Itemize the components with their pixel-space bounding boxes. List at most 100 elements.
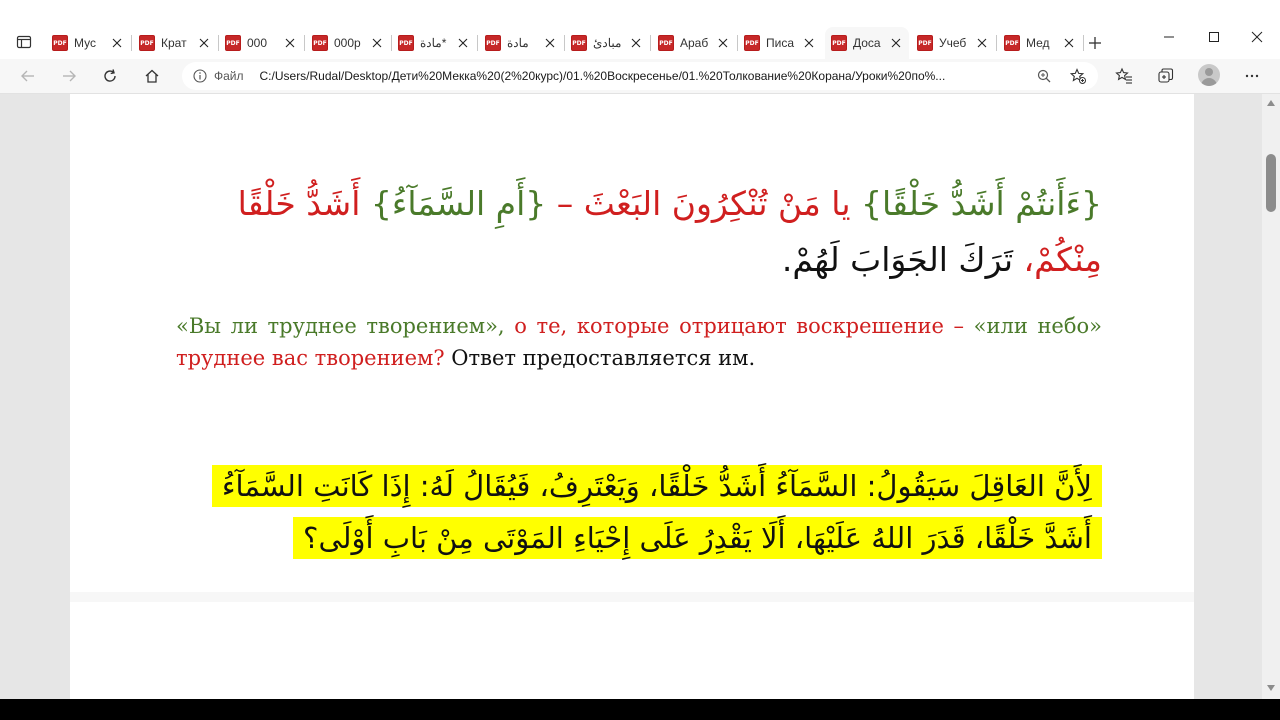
tab-separator	[304, 35, 305, 51]
scroll-up-icon[interactable]	[1266, 98, 1276, 108]
pdf-icon: PDF	[1004, 35, 1020, 51]
pdf-viewer: {ءَأَنتُمْ أَشَدُّ خَلْقًا} يا مَنْ تُنْ…	[0, 94, 1280, 699]
zoom-button[interactable]	[1034, 66, 1054, 86]
tab-label: Учеб	[939, 36, 967, 50]
tab-strip: PDF Мус PDF Крат PDF 000 PDF 000р PDF مادة* PDF ماد…	[0, 0, 1280, 60]
tab-0[interactable]: PDF Мус	[46, 27, 130, 59]
tab-3[interactable]: PDF 000р	[306, 27, 390, 59]
russian-translation: «Вы ли труднее творением», о те, которые…	[176, 310, 1102, 374]
arabic-highlighted-paragraph: لِأَنَّ العَاقِلَ سَيَقُولُ: السَّمَآءُ …	[182, 460, 1102, 564]
tab-label: Мед	[1026, 36, 1050, 50]
tab-6[interactable]: PDF مبادئ	[565, 27, 649, 59]
home-button[interactable]	[138, 62, 166, 90]
commentary-text-1: يا مَنْ تُنْكِرُونَ البَعْثَ –	[546, 184, 862, 223]
favorites-icon	[1115, 67, 1132, 84]
pdf-icon: PDF	[139, 35, 155, 51]
collections-icon	[1158, 68, 1174, 83]
page-separator	[70, 592, 1194, 602]
window-close-icon	[1251, 31, 1263, 43]
close-icon[interactable]	[800, 34, 818, 52]
close-icon[interactable]	[368, 34, 386, 52]
window-close-button[interactable]	[1234, 22, 1280, 52]
back-icon	[21, 70, 34, 82]
tab-9[interactable]: PDF Доса	[825, 27, 909, 59]
minimize-icon	[1164, 36, 1174, 38]
plus-icon	[1089, 37, 1101, 49]
tab-label: مبادئ	[593, 36, 622, 50]
tab-separator	[650, 35, 651, 51]
info-icon[interactable]	[192, 68, 208, 84]
translation-quran-2: «или небо»	[973, 314, 1102, 338]
close-icon[interactable]	[454, 34, 472, 52]
tab-label: مادة	[507, 36, 529, 50]
home-icon	[145, 69, 159, 83]
translation-commentary-1: о те, которые отрицают воскрешение –	[504, 314, 974, 338]
translation-quran-1: «Вы ли труднее творением»,	[176, 314, 505, 338]
close-icon[interactable]	[627, 34, 645, 52]
arabic-verse-commentary: {ءَأَنتُمْ أَشَدُّ خَلْقًا} يا مَنْ تُنْ…	[220, 176, 1102, 288]
more-button[interactable]	[1238, 62, 1266, 90]
tab-actions-button[interactable]	[10, 30, 38, 54]
tab-actions-icon	[16, 35, 32, 49]
add-favorite-button[interactable]	[1068, 66, 1088, 86]
scrollbar-thumb[interactable]	[1266, 154, 1276, 212]
refresh-icon	[104, 69, 116, 82]
tab-7[interactable]: PDF Араб	[652, 27, 736, 59]
translation-commentary-2: труднее вас творением?	[176, 346, 445, 370]
close-icon[interactable]	[714, 34, 732, 52]
highlighted-text: لِأَنَّ العَاقِلَ سَيَقُولُ: السَّمَآءُ …	[211, 465, 1102, 559]
pdf-icon: PDF	[312, 35, 328, 51]
translation-commentary-3: Ответ предоставляется им.	[444, 346, 756, 370]
maximize-button[interactable]	[1191, 22, 1237, 52]
close-icon[interactable]	[108, 34, 126, 52]
url-text[interactable]: C:/Users/Rudal/Desktop/Дети%20Мекка%20(2…	[260, 69, 1012, 83]
pdf-icon: PDF	[52, 35, 68, 51]
close-icon[interactable]	[541, 34, 559, 52]
favorites-button[interactable]	[1110, 62, 1138, 90]
close-icon[interactable]	[1060, 34, 1078, 52]
tab-label: Доса	[853, 36, 881, 50]
collections-button[interactable]	[1152, 62, 1180, 90]
tab-11[interactable]: PDF Мед	[998, 27, 1082, 59]
more-icon	[1245, 74, 1259, 78]
pdf-icon: PDF	[744, 35, 760, 51]
address-bar[interactable]: Файл C:/Users/Rudal/Desktop/Дети%20Мекка…	[182, 62, 1098, 90]
back-button[interactable]	[14, 62, 42, 90]
navigation-toolbar: Файл C:/Users/Rudal/Desktop/Дети%20Мекка…	[0, 59, 1280, 94]
close-icon[interactable]	[887, 34, 905, 52]
scroll-down-icon[interactable]	[1266, 683, 1276, 693]
tab-label: Араб	[680, 36, 709, 50]
tab-8[interactable]: PDF Писа	[738, 27, 822, 59]
refresh-button[interactable]	[96, 62, 124, 90]
tab-separator	[477, 35, 478, 51]
pdf-icon: PDF	[485, 35, 501, 51]
quran-text-2: {أَمِ السَّمَآءُ}	[370, 184, 547, 223]
tab-label: 000	[247, 36, 268, 50]
close-icon[interactable]	[281, 34, 299, 52]
scheme-label: Файл	[214, 69, 244, 83]
forward-icon	[63, 70, 76, 82]
tab-separator	[131, 35, 132, 51]
tab-1[interactable]: PDF Крат	[133, 27, 217, 59]
minimize-button[interactable]	[1146, 22, 1192, 52]
close-icon[interactable]	[973, 34, 991, 52]
pdf-icon: PDF	[398, 35, 414, 51]
close-icon[interactable]	[195, 34, 213, 52]
tab-2[interactable]: PDF 000	[219, 27, 303, 59]
tab-5[interactable]: PDF مادة	[479, 27, 563, 59]
tab-10[interactable]: PDF Учеб	[911, 27, 995, 59]
profile-avatar[interactable]	[1198, 64, 1220, 86]
forward-button[interactable]	[55, 62, 83, 90]
pdf-icon: PDF	[831, 35, 847, 51]
tab-label: Мус	[74, 36, 96, 50]
tab-4[interactable]: PDF مادة*	[392, 27, 476, 59]
tab-label: Крат	[161, 36, 187, 50]
screen-bottom-edge	[0, 699, 1280, 720]
maximize-icon	[1209, 32, 1219, 42]
pdf-icon: PDF	[571, 35, 587, 51]
pdf-page: {ءَأَنتُمْ أَشَدُّ خَلْقًا} يا مَنْ تُنْ…	[70, 94, 1194, 699]
commentary-text-3: تَرَكَ الجَوَابَ لَهُمْ.	[781, 240, 1024, 279]
new-tab-button[interactable]	[1083, 31, 1107, 55]
vertical-scrollbar[interactable]	[1262, 94, 1280, 699]
tab-separator	[996, 35, 997, 51]
